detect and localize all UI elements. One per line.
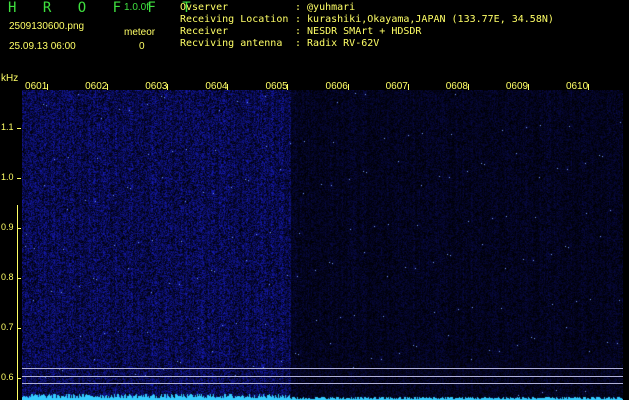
- info-key: Receiving Location: [180, 14, 289, 25]
- y-tick-label: 1.0: [1, 172, 14, 182]
- capture-timestamp: 25.09.13 06:00: [9, 41, 76, 52]
- info-value: : Radix RV-62V: [295, 38, 380, 49]
- info-row-observer: Ovserver : @yuhmari: [180, 2, 554, 14]
- app-title: H R O F F T: [8, 0, 200, 16]
- y-tick-mark: [17, 178, 21, 179]
- info-value: : kurashiki,Okayama,JAPAN (133.77E, 34.5…: [295, 14, 554, 25]
- spectrogram-canvas[interactable]: [22, 90, 623, 400]
- y-axis-unit: kHz: [1, 73, 19, 84]
- info-key: Recviving antenna: [180, 38, 283, 49]
- info-value: : NESDR SMArt + HDSDR: [295, 26, 422, 37]
- y-tick-label: 0.7: [1, 322, 14, 332]
- y-tick-mark: [17, 228, 21, 229]
- file-name: 2509130600.png: [9, 21, 85, 32]
- y-tick-label: 1.1: [1, 122, 14, 132]
- header: H R O F F T 1.0.0f 2509130600.png 25.09.…: [0, 0, 629, 73]
- info-row-location: Receiving Location : kurashiki,Okayama,J…: [180, 14, 554, 26]
- app-version: 1.0.0f: [124, 2, 150, 13]
- station-info: Ovserver : @yuhmari Receiving Location :…: [180, 2, 554, 50]
- reference-line: [22, 375, 623, 377]
- meteor-count: 0: [139, 41, 145, 52]
- spectrogram[interactable]: [22, 90, 623, 400]
- y-tick-mark: [17, 328, 21, 329]
- info-key: Receiver: [180, 26, 229, 37]
- y-axis-line: [17, 205, 18, 400]
- y-tick-label: 0.9: [1, 222, 14, 232]
- y-tick-mark: [17, 378, 21, 379]
- info-key: Ovserver: [180, 2, 229, 13]
- reference-line: [22, 368, 623, 369]
- reference-line: [22, 383, 623, 384]
- info-row-antenna: Recviving antenna : Radix RV-62V: [180, 38, 554, 50]
- y-tick-label: 0.8: [1, 272, 14, 282]
- info-row-receiver: Receiver : NESDR SMArt + HDSDR: [180, 26, 554, 38]
- y-tick-label: 0.6: [1, 372, 14, 382]
- info-value: : @yuhmari: [295, 2, 356, 13]
- y-tick-mark: [17, 128, 21, 129]
- y-tick-mark: [17, 278, 21, 279]
- meteor-label: meteor: [124, 27, 156, 38]
